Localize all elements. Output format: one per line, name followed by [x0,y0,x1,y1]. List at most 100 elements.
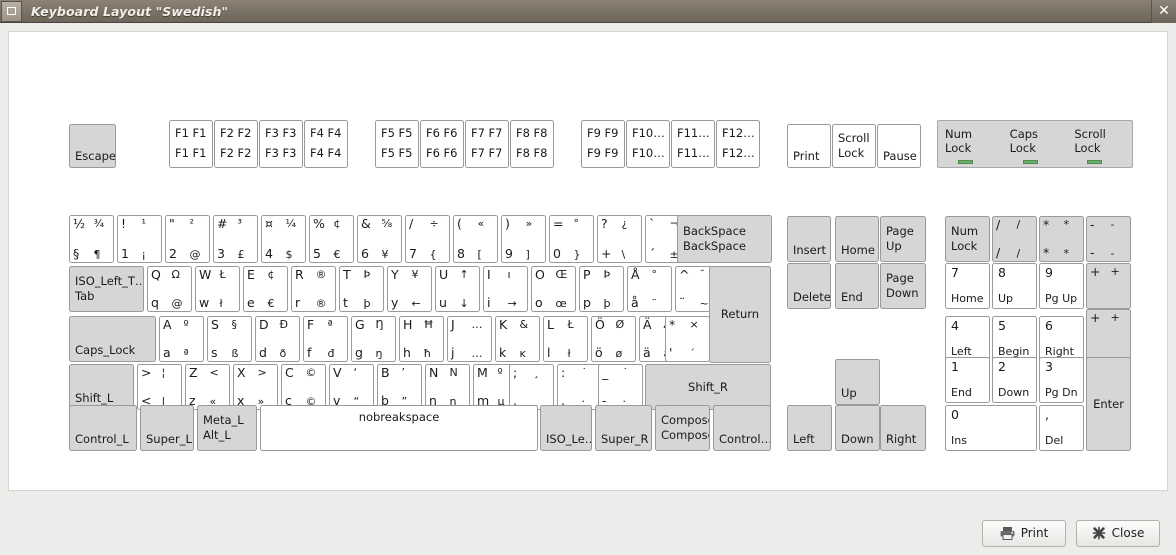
key-f12[interactable]: F12…F12… [716,120,760,168]
key-keypad-decimal[interactable]: ,Del [1039,405,1084,451]
key-arrow-down[interactable]: Down [835,405,880,451]
key-keypad-4[interactable]: 4Left [945,316,990,362]
key-digit-9[interactable]: )»9] [501,215,546,263]
key-letter-z[interactable]: Z<z« [185,364,230,410]
key-letter-h[interactable]: HĦhħ [399,316,444,362]
key-tab[interactable]: ISO_Left_T…Tab [69,266,144,312]
key-letter-q[interactable]: QΩq@ [147,266,192,312]
key-f7[interactable]: F7F7F7F7 [465,120,509,168]
key-letter-l[interactable]: LŁlł [543,316,588,362]
key-keypad-9[interactable]: 9Pg Up [1039,263,1084,309]
key-control-right[interactable]: Control… [713,405,771,451]
key-arrow-right[interactable]: Right [880,405,926,451]
key-letter-u[interactable]: U↑u↓ [435,266,480,312]
key-home[interactable]: Home [835,216,879,262]
key-digit-4[interactable]: ¤¼4$ [261,215,306,263]
key-arrow-up[interactable]: Up [835,359,880,405]
key-keypad-6[interactable]: 6Right [1039,316,1084,362]
key-keypad-enter[interactable]: Enter [1086,357,1131,451]
key-keypad-1[interactable]: 1End [945,357,990,403]
key-f1[interactable]: F1F1F1F1 [169,120,213,168]
key-f6[interactable]: F6F6F6F6 [420,120,464,168]
close-button[interactable]: Close [1076,520,1160,547]
key-end[interactable]: End [835,263,879,309]
key-letter-oe[interactable]: ÖØöø [591,316,636,362]
key-digit-5[interactable]: %¢5€ [309,215,354,263]
key-super-left[interactable]: Super_L [140,405,194,451]
key-letter-s[interactable]: S§sß [207,316,252,362]
key-f3[interactable]: F3F3F3F3 [259,120,303,168]
key-insert[interactable]: Insert [787,216,831,262]
key-print[interactable]: Print [787,124,831,168]
key-letter-j[interactable]: J…j… [447,316,492,362]
key-digit-2[interactable]: "²2@ [165,215,210,263]
key-keypad-5[interactable]: 5Begin [992,316,1037,362]
key-keypad-add[interactable]: ++ [1086,309,1131,362]
key-f8[interactable]: F8F8F8F8 [510,120,554,168]
key-letter-d[interactable]: DÐdð [255,316,300,362]
key-page-down[interactable]: PageDown [880,263,926,309]
key-letter-c[interactable]: C©c© [281,364,326,410]
key-letter-v[interactable]: V‘v“ [329,364,374,410]
key-f9[interactable]: F9F9F9F9 [581,120,625,168]
key-letter-i[interactable]: Iıi→ [483,266,528,312]
key-f10[interactable]: F10…F10… [626,120,670,168]
key-arrow-left[interactable]: Left [787,405,832,451]
key-letter-k[interactable]: K&kĸ [495,316,540,362]
key-shift-left[interactable]: Shift_L [69,364,134,410]
key-keypad-2[interactable]: 2Down [992,357,1037,403]
key-keypad-add-upper[interactable]: ++ [1086,263,1131,309]
key-letter-r[interactable]: R®r® [291,266,336,312]
key-keypad-subtract[interactable]: ---- [1086,216,1131,262]
key-letter-p[interactable]: PÞpþ [579,266,624,312]
key-digit-7[interactable]: /÷7{ [405,215,450,263]
key-comma[interactable]: ;¸,¸ [509,364,554,410]
key-caps-lock[interactable]: Caps_Lock [69,316,156,362]
key-digit-3[interactable]: #³3£ [213,215,258,263]
key-letter-aa[interactable]: Å°å¨ [627,266,672,312]
key-plus[interactable]: ?¿+\ [597,215,642,263]
key-letter-t[interactable]: TÞtþ [339,266,384,312]
key-shift-right[interactable]: Shift_R [645,364,771,410]
key-letter-y[interactable]: Y¥y← [387,266,432,312]
close-icon[interactable]: ✕ [1151,0,1176,23]
key-letter-a[interactable]: Aºaª [159,316,204,362]
print-button[interactable]: Print [982,520,1066,547]
key-keypad-divide[interactable]: //// [992,216,1037,262]
key-delete[interactable]: Delete [787,263,831,309]
key-control-left[interactable]: Control_L [69,405,137,451]
key-letter-f[interactable]: Fªfđ [303,316,348,362]
key-f11[interactable]: F11…F11… [671,120,715,168]
key-scroll-lock[interactable]: ScrollLock [832,124,876,168]
key-period[interactable]: :˙.· [557,364,602,410]
key-keypad-8[interactable]: 8Up [992,263,1037,309]
key-letter-e[interactable]: E¢e€ [243,266,288,312]
key-less-than[interactable]: >¦<| [137,364,182,410]
key-letter-n[interactable]: NNnn [425,364,470,410]
key-letter-b[interactable]: B’b” [377,364,422,410]
key-space[interactable]: nobreakspace [260,405,538,451]
key-keypad-3[interactable]: 3Pg Dn [1039,357,1084,403]
key-letter-o[interactable]: OŒoœ [531,266,576,312]
key-alt-left[interactable]: Meta_LAlt_L [197,405,257,451]
key-iso-level3[interactable]: ISO_Le… [540,405,592,451]
window-menu-icon[interactable] [1,1,22,22]
key-page-up[interactable]: PageUp [880,216,926,262]
key-digit-6[interactable]: &⅝6¥ [357,215,402,263]
key-return[interactable]: Return [709,266,771,363]
key-letter-g[interactable]: GŊgŋ [351,316,396,362]
key-digit-1[interactable]: !¹1¡ [117,215,162,263]
key-backspace[interactable]: BackSpaceBackSpace [677,215,772,263]
key-pause[interactable]: Pause [877,124,921,168]
key-f2[interactable]: F2F2F2F2 [214,120,258,168]
key-escape[interactable]: Escape [69,124,116,168]
key-letter-w[interactable]: WŁwł [195,266,240,312]
key-minus[interactable]: _˙-· [598,364,643,410]
key-keypad-0[interactable]: 0Ins [945,405,1037,451]
key-digit-8[interactable]: («8[ [453,215,498,263]
key-letter-x[interactable]: X>x» [233,364,278,410]
key-keypad-multiply[interactable]: **** [1039,216,1084,262]
key-apostrophe[interactable]: *×'´ [665,316,710,362]
key-super-right[interactable]: Super_R [595,405,652,451]
key-compose[interactable]: ComposeCompose [655,405,710,451]
